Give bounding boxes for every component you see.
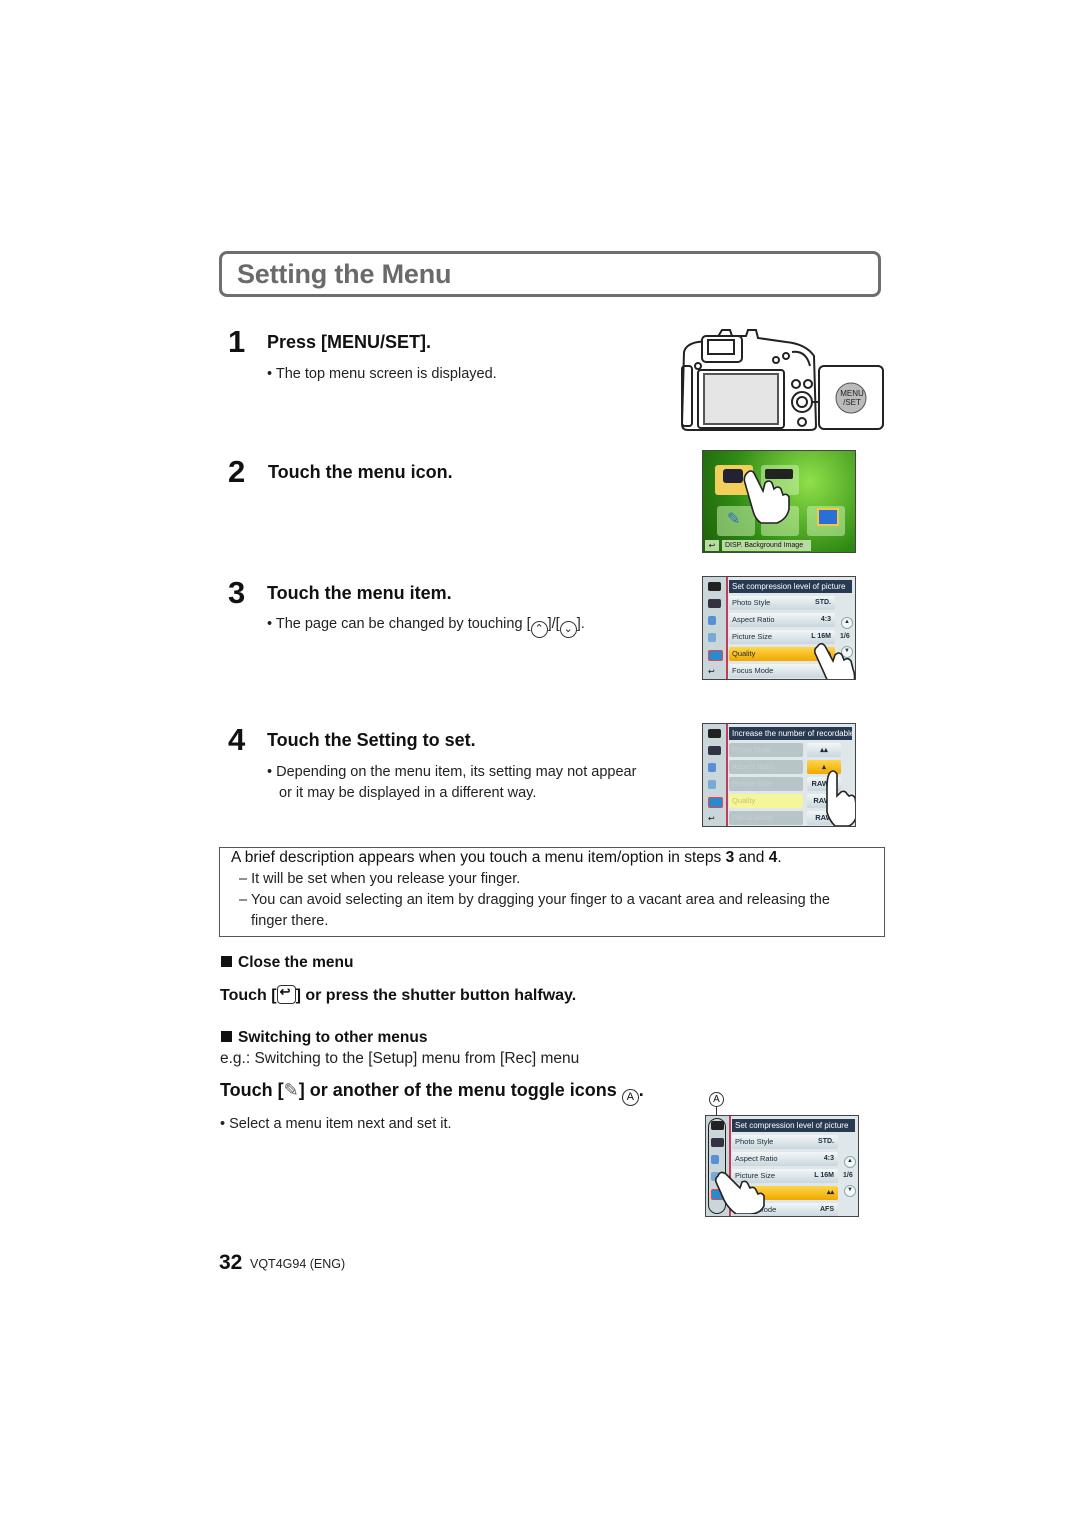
menu-description: Set compression level of picture <box>729 580 852 593</box>
return-icon: ↩ <box>276 984 296 1004</box>
step-4-heading: Touch the Setting to set. <box>267 730 476 750</box>
menu-item-photo-style[interactable]: Photo Style STD. <box>732 1135 838 1149</box>
menu-item-aspect-ratio[interactable]: Aspect Ratio 4:3 <box>729 613 835 627</box>
setting-screenshot: ↩ Increase the number of recordable Phot… <box>702 723 856 827</box>
menu-item-screenshot: ↩ Set compression level of picture Photo… <box>702 576 856 680</box>
menu-item-aspect-ratio: Aspect Ratio <box>729 760 803 774</box>
return-icon[interactable]: ↩ <box>708 667 721 676</box>
camera-body-icon <box>680 329 884 431</box>
custom-menu-icon: ✎ <box>283 1080 299 1100</box>
page-indicator: 1/6 <box>840 633 850 640</box>
menu-description: Set compression level of picture <box>732 1119 855 1132</box>
step-4-bullet: • Depending on the menu item, its settin… <box>267 764 637 780</box>
square-bullet-icon <box>221 1031 232 1042</box>
playback-menu-icon[interactable] <box>708 650 723 661</box>
switch-menu-screenshot: Set compression level of picture Photo S… <box>705 1115 859 1217</box>
switch-menus-heading: Switching to other menus <box>221 1029 427 1047</box>
step-2-heading: Touch the menu icon. <box>268 462 453 482</box>
custom-menu-icon[interactable] <box>708 616 716 625</box>
page-down-icon: ⌄ <box>559 621 577 638</box>
step-1-heading: Press [MENU/SET]. <box>267 332 432 352</box>
setup-menu-icon[interactable] <box>708 780 716 789</box>
page-up-button[interactable]: ▲ <box>841 617 853 629</box>
option-fine[interactable]: ▴▴ <box>807 743 841 757</box>
menu-item-aspect-ratio[interactable]: Aspect Ratio 4:3 <box>732 1152 838 1166</box>
callout-a-label: A <box>709 1092 724 1107</box>
touching-hand-icon <box>826 770 855 826</box>
menu-item-photo-style[interactable]: Photo Style STD. <box>729 596 835 610</box>
touching-hand-icon <box>813 642 855 679</box>
step-3-heading: Touch the menu item. <box>267 583 452 603</box>
step-3-bullet: • The page can be changed by touching [⌃… <box>267 614 585 638</box>
note-main-text: A brief description appears when you tou… <box>231 849 782 866</box>
background-image-button[interactable]: DISP. Background Image <box>722 540 811 551</box>
playback-menu-icon[interactable] <box>708 797 723 808</box>
step-1-number: 1 <box>228 324 246 359</box>
wrench-icon: ✎ <box>727 511 741 528</box>
step-1-bullet: • The top menu screen is displayed. <box>267 366 497 382</box>
menu-item-photo-style: Photo Style <box>729 743 803 757</box>
motion-picture-menu-icon[interactable] <box>708 599 721 608</box>
callout-a-icon: A <box>621 1089 639 1106</box>
menu-description: Increase the number of recordable <box>729 727 852 740</box>
page-up-icon: ⌃ <box>530 621 548 638</box>
switch-menus-bullet: • Select a menu item next and set it. <box>220 1116 452 1132</box>
playback-icon <box>817 508 839 526</box>
touching-hand-icon <box>714 1171 765 1214</box>
step-3-number: 3 <box>228 575 246 610</box>
step-2-number: 2 <box>228 454 246 489</box>
page-number: 32 <box>219 1251 243 1274</box>
page-indicator: 1/6 <box>843 1172 853 1179</box>
step-4-number: 4 <box>228 722 246 757</box>
close-menu-instruction: Touch [↩] or press the shutter button ha… <box>220 984 577 1004</box>
page-up-button[interactable]: ▲ <box>844 1156 856 1168</box>
note-sub-2: – You can avoid selecting an item by dra… <box>239 892 830 908</box>
switch-menus-example: e.g.: Switching to the [Setup] menu from… <box>220 1050 580 1067</box>
document-code: VQT4G94 (ENG) <box>250 1257 346 1271</box>
camera-back-illustration: MENU/SET <box>676 326 886 434</box>
close-menu-heading: Close the menu <box>221 954 353 972</box>
setup-menu-icon[interactable] <box>708 633 716 642</box>
menu-item-focus-mode: Focus Mode <box>729 811 803 825</box>
menu-item-picture-size: Picture Size <box>729 777 803 791</box>
touching-hand-icon <box>743 470 790 524</box>
rec-menu-icon[interactable] <box>708 729 721 738</box>
return-icon[interactable]: ↩ <box>708 814 721 823</box>
return-icon[interactable]: ↩ <box>705 540 719 551</box>
switch-menus-instruction: Touch [✎] or another of the menu toggle … <box>220 1080 644 1106</box>
custom-menu-icon[interactable] <box>708 763 716 772</box>
note-sub-1: – It will be set when you release your f… <box>239 871 521 887</box>
menu-set-button[interactable]: MENU/SET <box>840 389 864 407</box>
camera-icon <box>723 469 743 483</box>
menu-toggle-sidebar: ↩ <box>703 724 728 826</box>
note-sub-2-cont: finger there. <box>251 913 329 929</box>
square-bullet-icon <box>221 956 232 967</box>
motion-picture-menu-icon[interactable] <box>708 746 721 755</box>
top-menu-screenshot: ✎ ↩ DISP. Background Image <box>702 450 856 553</box>
playback-tile[interactable] <box>807 506 845 536</box>
menu-item-quality: Quality <box>729 794 803 808</box>
step-4-bullet-cont: or it may be displayed in a different wa… <box>279 785 537 801</box>
menu-toggle-sidebar: ↩ <box>703 577 728 679</box>
rec-menu-icon[interactable] <box>708 582 721 591</box>
page-title: Setting the Menu <box>237 259 452 289</box>
page-down-button[interactable]: ▼ <box>844 1185 856 1197</box>
